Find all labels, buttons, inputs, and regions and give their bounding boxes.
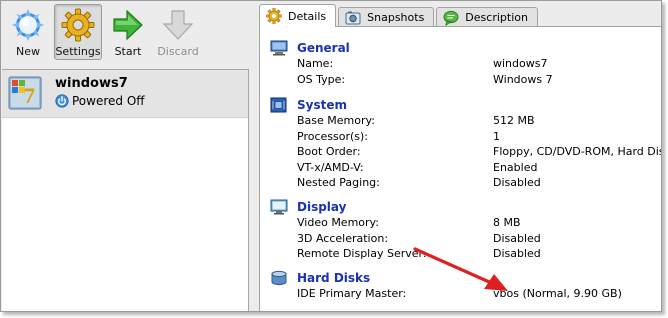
tab-snapshots-label: Snapshots [367,11,425,24]
detail-key: Base Memory: [297,114,375,127]
detail-value: windows7 [493,57,548,70]
settings-label: Settings [55,45,101,58]
detail-row: Nested Paging: Disabled [260,176,661,192]
detail-key: IDE Primary Master: [297,287,407,300]
section-title-system: System [297,98,347,112]
detail-row: Name: windows7 [260,57,661,73]
new-button[interactable]: New [4,4,52,60]
annotation-arrow [413,247,508,291]
vm-list-item[interactable]: 7 windows7 Powered Off [2,70,248,118]
detail-key: Video Memory: [297,216,379,229]
detail-value: Enabled [493,160,538,174]
detail-row: Boot Order: Floppy, CD/DVD-ROM, Hard Disk [260,145,662,161]
vm-name: windows7 [55,76,128,91]
section-title-hard-disks: Hard Disks [297,271,371,285]
section-system: System Base Memory: 512 MB Processor(s): 1… [260,97,662,192]
section-title-general: General [297,41,350,55]
section-general: General Name: windows7 OS Type: Windows 7 [260,40,661,89]
detail-value: Disabled [493,176,541,189]
detail-key: OS Type: [297,72,346,86]
detail-row: Processor(s): 1 [260,129,661,146]
detail-key: Nested Paging: [297,176,380,189]
detail-value: Floppy, CD/DVD-ROM, Hard Disk [493,145,662,158]
detail-key: Boot Order: [297,145,361,158]
section-title-display: Display [297,200,347,214]
discard-label: Discard [157,45,199,58]
new-sun-icon [12,9,44,41]
detail-row: Video Memory: 8 MB [260,216,661,232]
tab-details-label: Details [288,9,327,23]
green-arrow-icon [113,9,143,41]
start-button[interactable]: Start [104,4,152,60]
detail-value: Disabled [493,231,541,245]
discard-button[interactable]: Discard [154,4,202,60]
camera-icon [345,11,361,24]
detail-value: 8 MB [493,216,521,229]
hard-disk-icon [271,270,287,286]
monitor-icon [270,40,288,56]
windows7-os-icon: 7 [8,76,42,110]
new-label: New [16,45,40,58]
tab-snapshots[interactable]: Snapshots [338,7,435,27]
detail-key: Name: [297,57,334,70]
detail-value: 512 MB [493,114,535,127]
tab-description-label: Description [465,11,528,24]
start-label: Start [114,45,142,58]
vm-status-label: Powered Off [72,94,145,108]
display-icon [270,199,288,215]
settings-button[interactable]: Settings [54,4,102,60]
detail-row: Base Memory: 512 MB [260,114,661,130]
speech-bubble-icon [443,10,459,26]
detail-key: Remote Display Server: [297,247,427,260]
gear-icon [61,8,95,42]
detail-row: VT-x/AMD-V: Enabled [260,160,661,177]
detail-key: VT-x/AMD-V: [297,160,364,174]
tab-bar: Details Snapshots Description [259,4,538,27]
toolbar: New Settings Start Discard [1,1,249,65]
detail-row: OS Type: Windows 7 [260,72,661,89]
gear-icon [266,8,282,24]
virtualbox-window: New Settings Start Discard 7 windows7 Po… [0,0,662,312]
detail-key: 3D Acceleration: [297,231,389,245]
chip-icon [270,97,287,113]
details-panel: General Name: windows7 OS Type: Windows 7 … [259,26,662,311]
tab-details[interactable]: Details [259,4,337,27]
detail-key: Processor(s): [297,129,369,143]
detail-value: 1 [493,129,500,143]
vm-list: 7 windows7 Powered Off [2,69,249,311]
vm-status: Powered Off [55,94,145,108]
down-arrow-icon [162,10,194,40]
detail-value: Windows 7 [493,72,553,86]
tab-description[interactable]: Description [436,7,538,27]
power-off-icon [55,94,69,108]
